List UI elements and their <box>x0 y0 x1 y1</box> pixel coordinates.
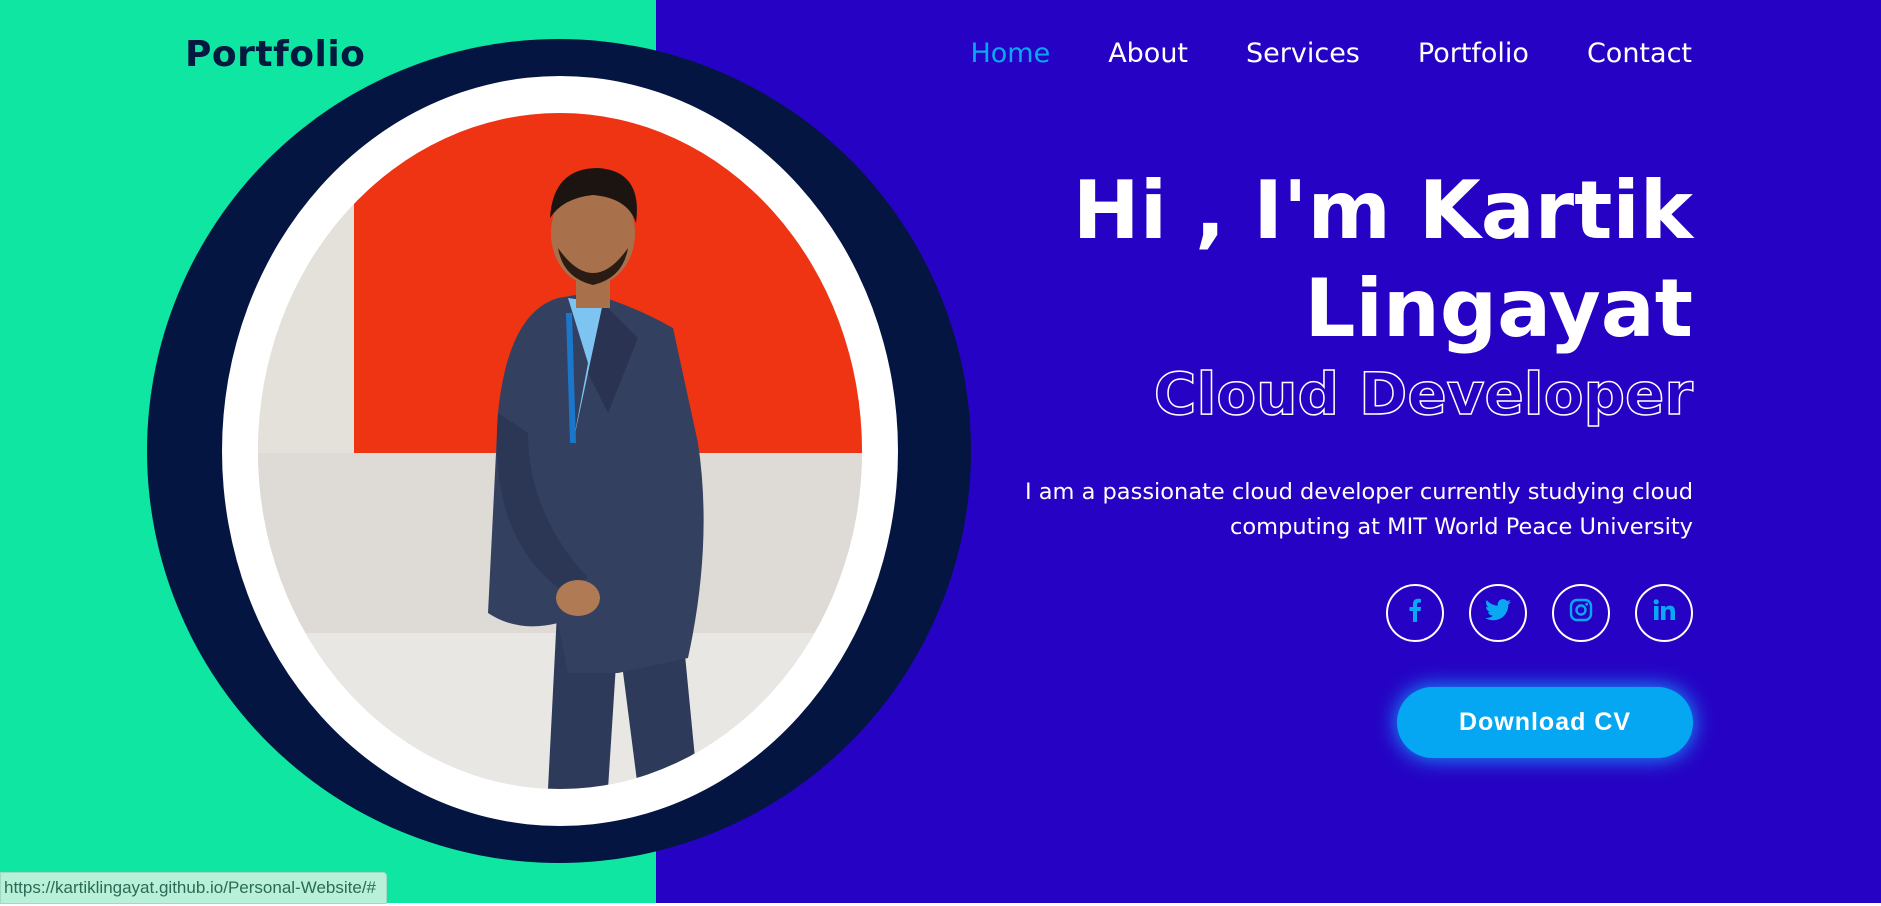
nav-services[interactable]: Services <box>1246 38 1360 69</box>
main-nav: Home About Services Portfolio Contact <box>970 38 1692 69</box>
facebook-icon <box>1408 598 1422 628</box>
twitter-icon <box>1485 599 1511 627</box>
linkedin-link[interactable] <box>1635 584 1693 642</box>
linkedin-icon <box>1652 598 1676 628</box>
instagram-icon <box>1569 598 1593 628</box>
nav-portfolio[interactable]: Portfolio <box>1418 38 1529 69</box>
site-logo[interactable]: Portfolio <box>185 34 365 75</box>
hero-title-line1: Hi , I'm Kartik <box>1072 164 1693 257</box>
profile-photo <box>258 113 862 789</box>
hero-description: I am a passionate cloud developer curren… <box>1024 479 1693 540</box>
page: Portfolio Home About Services Portfolio … <box>0 0 1881 906</box>
hero-role: Cloud Developer <box>1153 359 1694 429</box>
twitter-link[interactable] <box>1469 584 1527 642</box>
nav-contact[interactable]: Contact <box>1587 38 1692 69</box>
nav-home[interactable]: Home <box>970 38 1050 69</box>
instagram-link[interactable] <box>1552 584 1610 642</box>
social-links <box>1386 584 1693 642</box>
nav-about[interactable]: About <box>1108 38 1188 69</box>
download-cv-button[interactable]: Download CV <box>1397 687 1693 758</box>
person-figure <box>488 168 704 789</box>
status-bar-url: https://kartiklingayat.github.io/Persona… <box>0 872 387 904</box>
hero-title: Hi , I'm Kartik Lingayat <box>993 162 1693 358</box>
facebook-link[interactable] <box>1386 584 1444 642</box>
hero-title-line2: Lingayat <box>1304 262 1693 355</box>
